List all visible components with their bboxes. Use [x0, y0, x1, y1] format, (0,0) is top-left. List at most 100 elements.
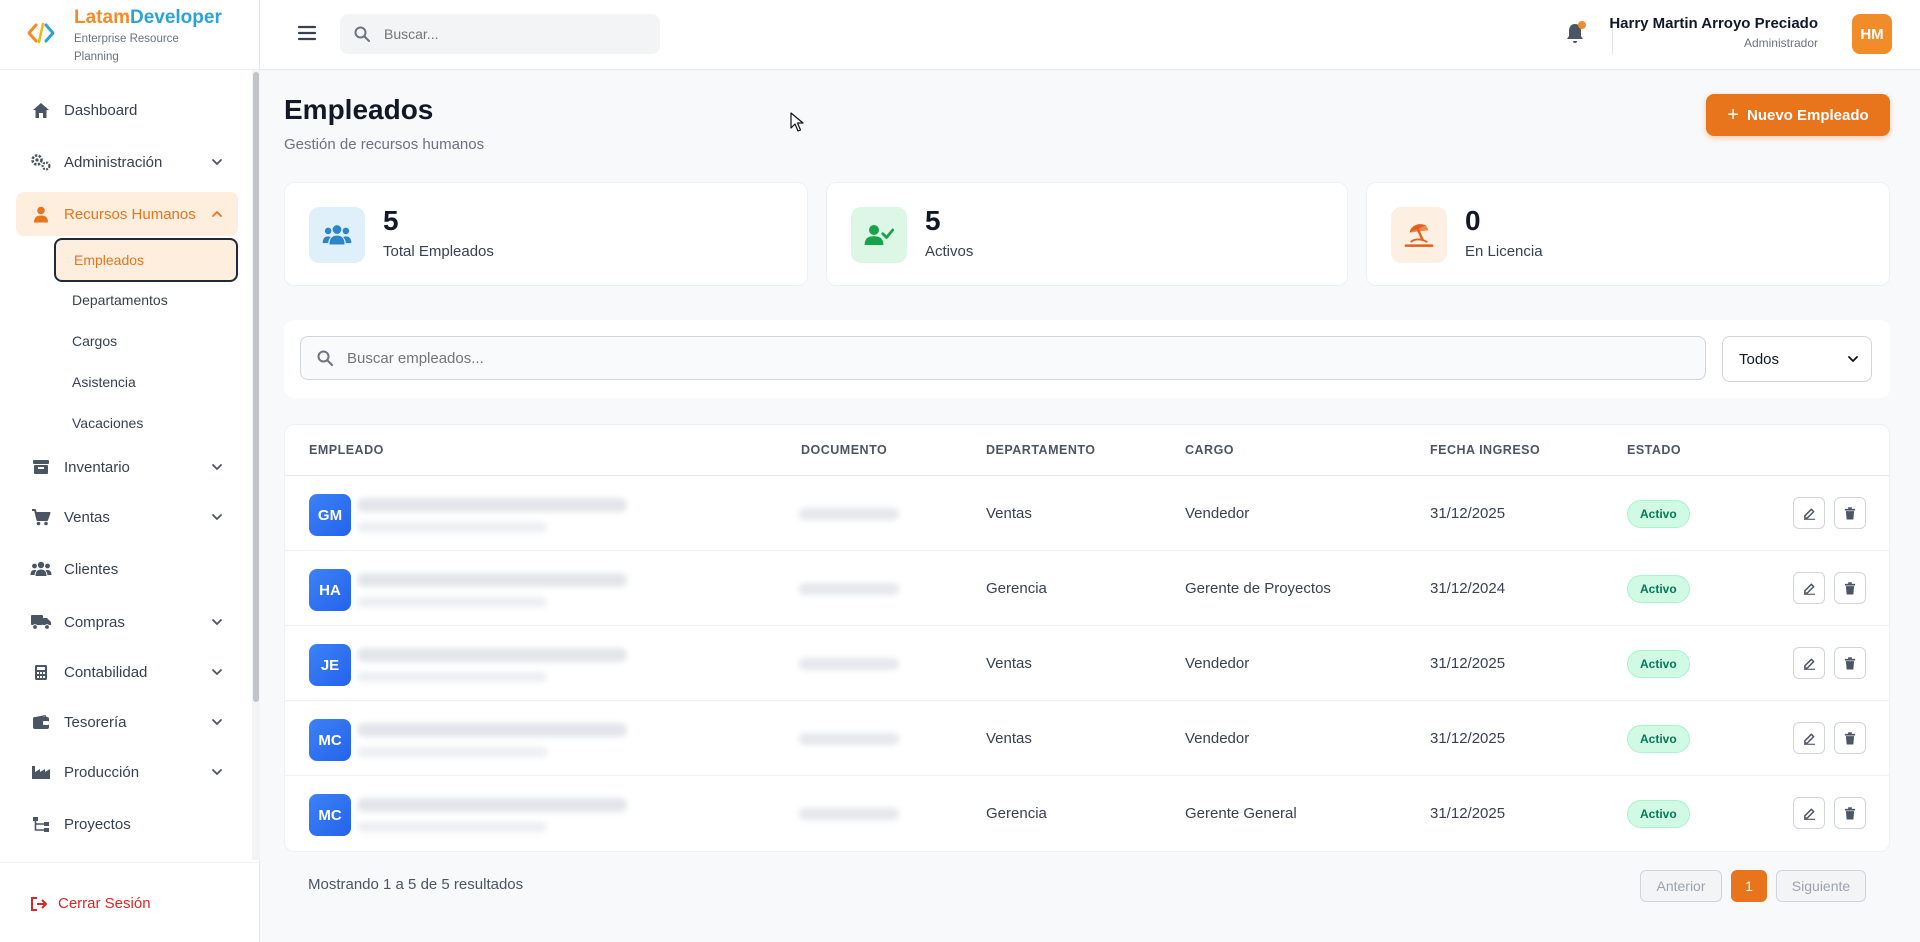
truck-icon — [30, 613, 52, 631]
employee-name-redacted — [357, 798, 627, 812]
employee-hire-date: 31/12/2025 — [1430, 505, 1506, 522]
edit-button[interactable] — [1793, 647, 1825, 679]
page-title: Empleados — [284, 94, 434, 125]
table-row[interactable]: HA Gerencia Gerente de Proyectos 31/12/2024… — [285, 551, 1889, 626]
submenu-item-asistencia[interactable]: Asistencia — [54, 360, 238, 404]
status-filter-value: Todos — [1739, 350, 1780, 368]
pagination-page-1[interactable]: 1 — [1731, 870, 1767, 902]
chevron-down-icon — [212, 159, 222, 165]
code-logo-icon — [26, 18, 56, 48]
global-search-input[interactable] — [384, 26, 644, 42]
edit-icon — [1803, 808, 1815, 820]
stat-label: Total Empleados — [383, 243, 494, 260]
pagination-prev-button[interactable]: Anterior — [1640, 870, 1722, 902]
sidebar-item-compras[interactable]: Compras — [16, 600, 238, 644]
edit-button[interactable] — [1793, 497, 1825, 529]
sidebar-scrollbar[interactable] — [252, 70, 260, 860]
user-icon — [30, 205, 52, 223]
employee-email-redacted — [357, 822, 547, 832]
sidebar-scroll-thumb[interactable] — [253, 72, 259, 702]
stat-value: 0 — [1465, 205, 1481, 236]
cart-icon — [30, 508, 52, 526]
column-header-estado[interactable]: ESTADO — [1627, 425, 1681, 475]
topbar: Harry Martin Arroyo Preciado Administrad… — [260, 0, 1920, 70]
column-header-departamento[interactable]: DEPARTAMENTO — [986, 425, 1095, 475]
stat-value: 5 — [383, 205, 399, 236]
submenu-item-empleados[interactable]: Empleados — [54, 238, 238, 282]
umbrella-beach-icon — [1391, 207, 1447, 263]
column-header-empleado[interactable]: EMPLEADO — [309, 425, 384, 475]
edit-button[interactable] — [1793, 572, 1825, 604]
sidebar-item-contabilidad[interactable]: Contabilidad — [16, 650, 238, 694]
sidebar-item-tesoreria[interactable]: Tesorería — [16, 700, 238, 744]
employee-document-redacted — [799, 658, 899, 670]
global-search[interactable] — [340, 14, 660, 54]
brand-name: LatamDeveloper — [74, 7, 222, 28]
stat-label: En Licencia — [1465, 243, 1543, 260]
sidebar-item-recursos-humanos[interactable]: Recursos Humanos — [16, 192, 238, 236]
sidebar-item-inventario[interactable]: Inventario — [16, 445, 238, 489]
column-header-documento[interactable]: DOCUMENTO — [801, 425, 887, 475]
status-badge-cell: Activo — [1627, 476, 1690, 551]
delete-button[interactable] — [1834, 722, 1866, 754]
brand[interactable]: LatamDeveloper Enterprise Resource Plann… — [0, 0, 259, 70]
plus-icon: + — [1727, 104, 1739, 126]
status-badge: Activo — [1627, 724, 1690, 753]
submenu-item-vacaciones[interactable]: Vacaciones — [54, 401, 238, 445]
trash-icon — [1844, 506, 1856, 520]
chevron-down-icon — [1848, 356, 1858, 362]
delete-button[interactable] — [1834, 797, 1866, 829]
column-header-fecha-ingreso[interactable]: FECHA INGRESO — [1430, 425, 1540, 475]
table-row[interactable]: JE Ventas Vendedor 31/12/2025 Activo — [285, 626, 1889, 701]
table-row[interactable]: MC Ventas Vendedor 31/12/2025 Activo — [285, 701, 1889, 776]
logout-button[interactable]: Cerrar Sesión — [30, 895, 151, 912]
notifications-button[interactable] — [1565, 21, 1586, 44]
sidebar-item-proyectos[interactable]: Proyectos — [16, 802, 238, 846]
sitemap-icon — [30, 815, 52, 833]
employee-search-input[interactable] — [347, 349, 1647, 367]
employee-email-redacted — [357, 597, 547, 607]
delete-button[interactable] — [1834, 647, 1866, 679]
employee-name-redacted — [357, 498, 627, 512]
delete-button[interactable] — [1834, 572, 1866, 604]
user-role: Administrador — [1743, 36, 1818, 50]
new-employee-button[interactable]: + Nuevo Empleado — [1706, 94, 1890, 136]
chevron-down-icon — [212, 464, 222, 470]
employee-hire-date: 31/12/2025 — [1430, 730, 1506, 747]
edit-button[interactable] — [1793, 722, 1825, 754]
search-icon — [317, 350, 333, 366]
employee-position: Vendedor — [1185, 505, 1250, 522]
submenu-item-cargos[interactable]: Cargos — [54, 319, 238, 363]
sidebar-item-administracion[interactable]: Administración — [16, 140, 238, 184]
delete-button[interactable] — [1834, 497, 1866, 529]
sidebar-item-produccion[interactable]: Producción — [16, 750, 238, 794]
sidebar-item-ventas[interactable]: Ventas — [16, 495, 238, 539]
pagination-next-button[interactable]: Siguiente — [1776, 870, 1866, 902]
status-badge: Activo — [1627, 799, 1690, 828]
column-header-cargo[interactable]: CARGO — [1185, 425, 1234, 475]
user-info[interactable]: Harry Martin Arroyo Preciado Administrad… — [1609, 14, 1818, 52]
employee-document-redacted — [799, 808, 899, 820]
table-row[interactable]: GM Ventas Vendedor 31/12/2025 Activo — [285, 476, 1889, 551]
trash-icon — [1844, 656, 1856, 670]
employee-search[interactable] — [300, 336, 1706, 380]
employee-document-redacted — [799, 583, 899, 595]
hamburger-menu-icon[interactable] — [296, 22, 318, 44]
sidebar-item-clientes[interactable]: Clientes — [16, 547, 238, 591]
edit-icon — [1803, 583, 1815, 595]
user-avatar[interactable]: HM — [1852, 14, 1892, 54]
edit-button[interactable] — [1793, 797, 1825, 829]
submenu-item-departamentos[interactable]: Departamentos — [54, 278, 238, 322]
table-row[interactable]: MC Gerencia Gerente General 31/12/2025 Activ… — [285, 776, 1889, 851]
status-badge: Activo — [1627, 499, 1690, 528]
employee-document-redacted — [799, 508, 899, 520]
sign-out-icon — [31, 896, 47, 911]
employee-hire-date: 31/12/2025 — [1430, 655, 1506, 672]
pagination-summary: Mostrando 1 a 5 de 5 resultados — [308, 876, 524, 893]
edit-icon — [1803, 508, 1815, 520]
employee-email-redacted — [357, 747, 547, 757]
status-filter-select[interactable]: Todos — [1722, 336, 1872, 382]
employee-department: Ventas — [986, 505, 1032, 522]
sidebar-item-dashboard[interactable]: Dashboard — [16, 88, 238, 132]
status-badge: Activo — [1627, 574, 1690, 603]
